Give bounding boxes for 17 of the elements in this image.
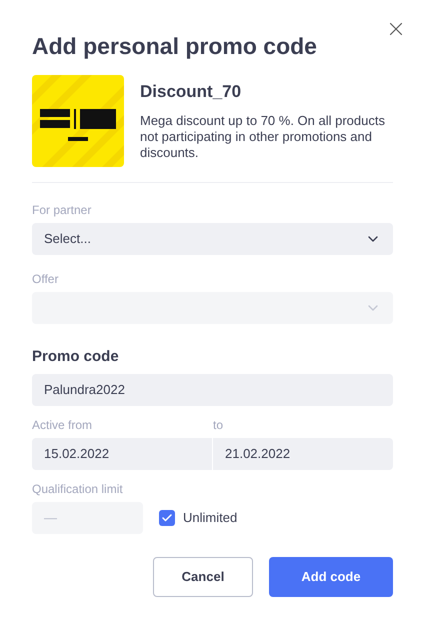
field-label: Active from bbox=[32, 416, 94, 434]
field-label: Qualification limit bbox=[32, 480, 124, 498]
cancel-button[interactable]: Cancel bbox=[153, 556, 253, 596]
promo-name: Discount_70 bbox=[140, 81, 242, 103]
partner-select[interactable]: Select... bbox=[32, 223, 393, 255]
field-label: to bbox=[213, 416, 224, 434]
field-label: For partner bbox=[32, 202, 92, 219]
date-field[interactable]: 15.02.2022 bbox=[32, 438, 212, 470]
date-field[interactable]: 21.02.2022 bbox=[213, 438, 393, 470]
promo-description: Mega discount up to 70 %. On all products not participating in other promotions and discounts. bbox=[140, 112, 386, 160]
field-label: Offer bbox=[32, 271, 60, 288]
section-heading: Promo code bbox=[32, 347, 120, 367]
dialog-title: Add personal promo code bbox=[32, 32, 318, 60]
add-code-button[interactable]: Add code bbox=[269, 556, 393, 596]
promo-code-field[interactable]: Palundra2022 bbox=[32, 374, 393, 406]
check-icon bbox=[161, 512, 173, 524]
checkbox-label: Unlimited bbox=[183, 508, 238, 527]
